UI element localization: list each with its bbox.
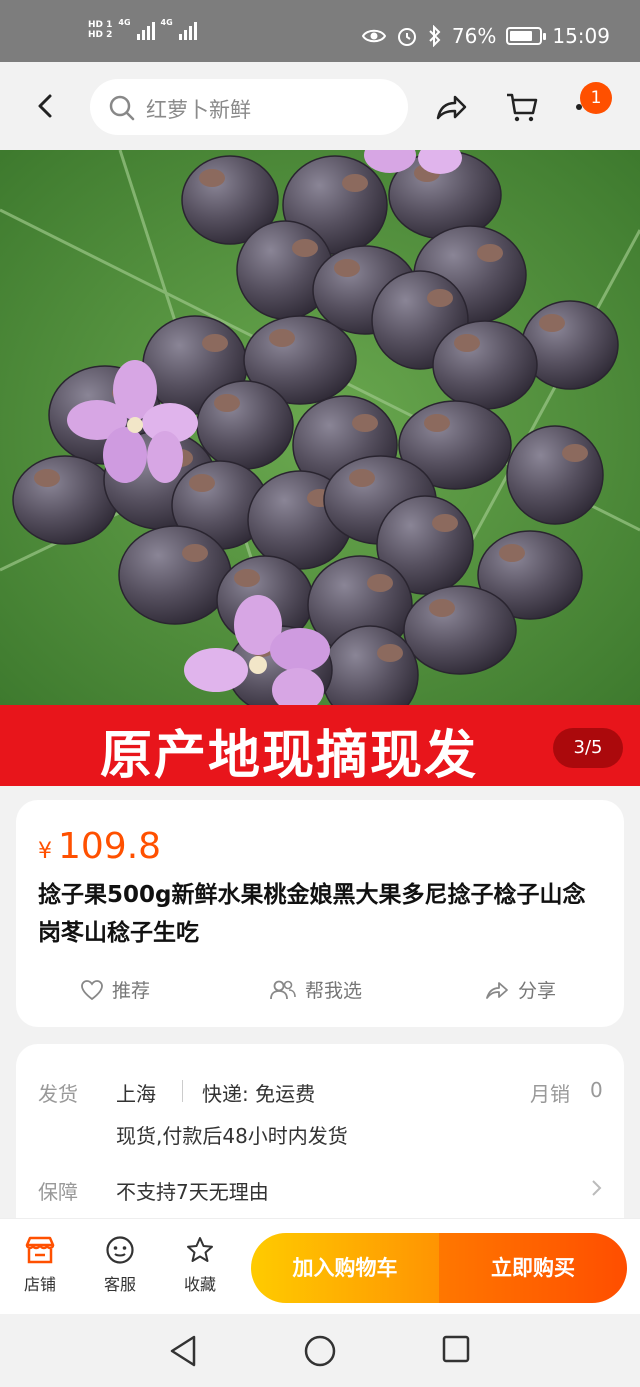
product-actions: 推荐 帮我选 分享 <box>16 968 624 1012</box>
help-me-choose-label: 帮我选 <box>305 980 363 1002</box>
bottom-action-bar: 店铺 客服 收藏 加入购物车 立即购买 <box>0 1218 640 1314</box>
bluetooth-icon <box>429 25 441 47</box>
promo-banner: 原产地现摘现发 3/5 <box>0 705 640 786</box>
people-icon <box>270 980 296 999</box>
battery-icon <box>506 27 547 45</box>
alarm-icon <box>397 28 416 46</box>
signal-icon-2 <box>178 18 197 40</box>
chevron-right-icon[interactable] <box>591 1178 603 1198</box>
nav-back-icon[interactable] <box>168 1334 198 1368</box>
signal-icon <box>136 18 155 40</box>
help-me-choose-button[interactable]: 帮我选 <box>269 976 362 1003</box>
ship-label: 发货 <box>38 1082 78 1106</box>
currency-symbol: ¥ <box>38 839 52 864</box>
network-type-2: 4G <box>160 18 173 27</box>
price-value: 109.8 <box>58 826 162 867</box>
system-navigation-bar <box>0 1314 640 1387</box>
tab-favorite-label: 收藏 <box>183 1275 216 1294</box>
cart-count-badge: 1 <box>580 82 612 114</box>
search-icon <box>109 95 135 121</box>
buy-now-button[interactable]: 立即购买 <box>439 1233 627 1303</box>
signal-group: HD 1 HD 2 4G 4G <box>88 18 197 40</box>
eye-icon <box>361 29 386 43</box>
status-bar: HD 1 HD 2 4G 4G 76% 15:09 <box>0 0 640 62</box>
network-type-1: 4G <box>118 18 131 27</box>
sim1-label: HD 1 <box>88 20 113 30</box>
product-info-card: ¥ 109.8 捻子果500g新鲜水果桃金娘黑大果多尼捻子棯子山念岗苳山稔子生吃… <box>16 800 624 1027</box>
nav-home-icon[interactable] <box>303 1334 337 1368</box>
banner-text: 原产地现摘现发 <box>100 726 479 786</box>
cart-icon[interactable] <box>505 90 539 124</box>
tab-customer-service[interactable]: 客服 <box>90 1235 150 1295</box>
tab-store-label: 店铺 <box>23 1275 56 1294</box>
guarantee-label: 保障 <box>38 1180 78 1204</box>
delivery-note: 现货,付款后48小时内发货 <box>116 1124 348 1148</box>
clock: 15:09 <box>552 24 610 48</box>
price: ¥ 109.8 <box>38 826 161 867</box>
express-fee: 快递: 免运费 <box>202 1082 316 1106</box>
star-icon <box>187 1237 213 1262</box>
heart-icon <box>81 979 103 1000</box>
guarantee-text: 不支持7天无理由 <box>116 1180 269 1204</box>
back-arrow-icon[interactable] <box>30 90 62 122</box>
status-right: 76% 15:09 <box>361 24 610 48</box>
nav-recent-apps-icon[interactable] <box>441 1334 471 1364</box>
store-icon <box>25 1236 55 1264</box>
sim2-label: HD 2 <box>88 30 113 40</box>
monthly-sales-value: 0 <box>590 1078 603 1102</box>
add-to-cart-button[interactable]: 加入购物车 <box>251 1233 439 1303</box>
recommend-label: 推荐 <box>112 980 151 1002</box>
shipping-card[interactable]: 发货 上海 快递: 免运费 月销 0 现货,付款后48小时内发货 保障 不支持7… <box>16 1044 624 1244</box>
tab-customer-service-label: 客服 <box>103 1275 136 1294</box>
search-placeholder: 红萝卜新鲜 <box>146 98 251 122</box>
product-title: 捻子果500g新鲜水果桃金娘黑大果多尼捻子棯子山念岗苳山稔子生吃 <box>38 882 586 946</box>
image-counter: 3/5 <box>553 728 623 768</box>
tab-store[interactable]: 店铺 <box>10 1235 70 1295</box>
battery-percent: 76% <box>451 24 497 48</box>
search-bar[interactable]: 红萝卜新鲜 <box>90 79 408 135</box>
share-small-icon <box>486 981 508 999</box>
monthly-sales-label: 月销 <box>530 1082 570 1106</box>
top-navigation: 红萝卜新鲜 1 <box>0 62 640 150</box>
sim-labels: HD 1 HD 2 <box>88 20 112 40</box>
divider <box>182 1080 183 1102</box>
share-label: 分享 <box>518 980 557 1002</box>
share-icon[interactable] <box>434 90 468 124</box>
product-image-carousel[interactable]: 原产地现摘现发 3/5 <box>0 150 640 786</box>
ship-origin: 上海 <box>116 1082 156 1106</box>
share-button[interactable]: 分享 <box>484 976 556 1003</box>
tab-favorite[interactable]: 收藏 <box>170 1235 230 1295</box>
product-photo <box>0 150 640 710</box>
recommend-button[interactable]: 推荐 <box>80 976 150 1003</box>
customer-service-icon <box>106 1236 134 1264</box>
